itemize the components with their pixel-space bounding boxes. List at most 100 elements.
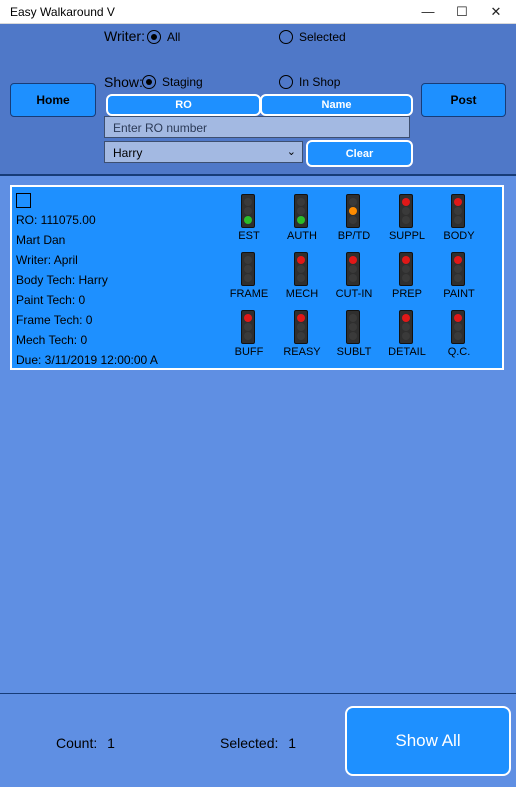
bulb-mid (349, 265, 357, 273)
writer-all-radio[interactable]: All (147, 30, 180, 44)
bulb-top (349, 198, 357, 206)
bulb-bot (349, 332, 357, 340)
count-value: 1 (107, 735, 115, 751)
bulb-bot (244, 274, 252, 282)
radio-icon (142, 75, 156, 89)
status-light-label: PAINT (443, 288, 475, 300)
traffic-light-icon (346, 310, 360, 344)
bulb-bot (297, 332, 305, 340)
bulb-top (349, 314, 357, 322)
status-light-label: BODY (443, 230, 475, 242)
traffic-light-icon (294, 194, 308, 228)
tech-dropdown-value: Harry (113, 146, 143, 160)
status-light-reasy[interactable]: REASY (275, 310, 329, 368)
status-light-paint[interactable]: PAINT (432, 252, 486, 310)
status-light-prep[interactable]: PREP (380, 252, 434, 310)
writer-info: Writer: April (16, 253, 78, 267)
bulb-top (454, 198, 462, 206)
bulb-top (454, 314, 462, 322)
window-title: Easy Walkaround V (10, 5, 115, 19)
name-button[interactable]: Name (260, 94, 413, 116)
status-light-est[interactable]: EST (222, 194, 276, 252)
traffic-light-icon (346, 194, 360, 228)
paint-tech-info: Paint Tech: 0 (16, 293, 86, 307)
frame-tech-info: Frame Tech: 0 (16, 313, 93, 327)
status-light-cut-in[interactable]: CUT-IN (327, 252, 381, 310)
bulb-mid (454, 265, 462, 273)
close-icon[interactable]: ✕ (480, 0, 512, 23)
traffic-light-icon (346, 252, 360, 286)
status-light-sublt[interactable]: SUBLT (327, 310, 381, 368)
bulb-top (297, 256, 305, 264)
bulb-top (244, 314, 252, 322)
writer-selected-radio[interactable]: Selected (279, 30, 346, 44)
status-light-buff[interactable]: BUFF (222, 310, 276, 368)
home-button[interactable]: Home (10, 83, 96, 117)
traffic-light-icon (294, 252, 308, 286)
bulb-mid (349, 323, 357, 331)
bulb-bot (402, 332, 410, 340)
minimize-icon[interactable]: — (412, 0, 444, 23)
radio-icon (279, 30, 293, 44)
bulb-bot (244, 332, 252, 340)
bulb-mid (402, 323, 410, 331)
title-bar: Easy Walkaround V — ☐ ✕ (0, 0, 516, 24)
bulb-top (402, 198, 410, 206)
bulb-top (244, 198, 252, 206)
status-light-frame[interactable]: FRAME (222, 252, 276, 310)
footer-divider (0, 693, 516, 694)
bulb-mid (244, 323, 252, 331)
traffic-light-icon (399, 194, 413, 228)
status-light-suppl[interactable]: SUPPL (380, 194, 434, 252)
bulb-mid (297, 265, 305, 273)
show-label: Show: (104, 74, 143, 90)
due-date-info: Due: 3/11/2019 12:00:00 A (16, 353, 158, 367)
traffic-light-icon (451, 310, 465, 344)
count-display: Count: 1 (56, 735, 115, 751)
bulb-bot (297, 216, 305, 224)
status-light-label: Q.C. (447, 346, 471, 358)
bulb-bot (349, 274, 357, 282)
status-light-bp-td[interactable]: BP/TD (327, 194, 381, 252)
status-light-detail[interactable]: DETAIL (380, 310, 434, 368)
select-checkbox[interactable] (16, 193, 31, 208)
writer-selected-label: Selected (299, 30, 346, 44)
bulb-bot (244, 216, 252, 224)
status-light-q-c[interactable]: Q.C. (432, 310, 486, 368)
bulb-mid (297, 207, 305, 215)
status-light-mech[interactable]: MECH (275, 252, 329, 310)
ro-search-input[interactable]: Enter RO number (104, 116, 410, 138)
selected-value: 1 (288, 735, 297, 751)
traffic-light-icon (399, 252, 413, 286)
writer-all-label: All (167, 30, 181, 44)
bulb-mid (244, 207, 252, 215)
ro-button[interactable]: RO (106, 94, 261, 116)
show-staging-radio[interactable]: Staging (142, 75, 203, 89)
traffic-light-icon (399, 310, 413, 344)
show-in-shop-radio[interactable]: In Shop (279, 75, 340, 89)
repair-order-card[interactable]: RO: 111075.00 Mart Dan Writer: April Bod… (10, 185, 504, 370)
show-all-button[interactable]: Show All (345, 706, 511, 776)
maximize-icon[interactable]: ☐ (446, 0, 478, 23)
ro-number: RO: 111075.00 (16, 213, 96, 227)
traffic-light-icon (241, 310, 255, 344)
radio-icon (279, 75, 293, 89)
bulb-top (297, 198, 305, 206)
bulb-top (244, 256, 252, 264)
selected-label: Selected: (220, 735, 279, 751)
status-light-body[interactable]: BODY (432, 194, 486, 252)
writer-label: Writer: (104, 28, 145, 44)
tech-dropdown[interactable]: Harry ⌄ (104, 141, 303, 163)
bulb-bot (402, 216, 410, 224)
bulb-mid (349, 207, 357, 215)
bulb-bot (454, 274, 462, 282)
customer-name: Mart Dan (16, 233, 66, 247)
bulb-bot (454, 216, 462, 224)
bulb-top (402, 314, 410, 322)
bulb-bot (297, 274, 305, 282)
bulb-top (454, 256, 462, 264)
bulb-mid (454, 207, 462, 215)
post-button[interactable]: Post (421, 83, 506, 117)
clear-button[interactable]: Clear (306, 140, 413, 167)
status-light-auth[interactable]: AUTH (275, 194, 329, 252)
